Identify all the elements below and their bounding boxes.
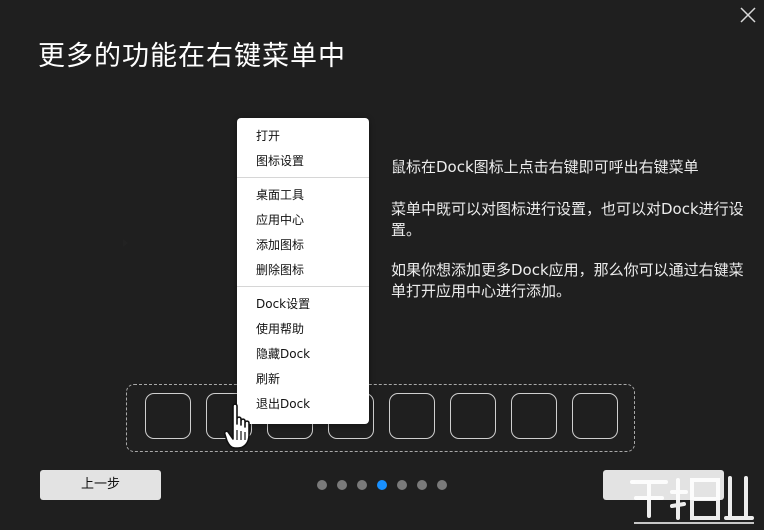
description-2: 菜单中既可以对图标进行设置，也可以对Dock进行设置。 <box>391 200 744 239</box>
dock-illustration <box>126 384 635 452</box>
download-site-watermark-icon <box>630 476 754 524</box>
dock-slot <box>389 393 435 439</box>
close-icon[interactable] <box>739 6 757 24</box>
page-dot-7[interactable] <box>437 480 447 490</box>
menu-item-desktop-tools[interactable]: 桌面工具 <box>256 185 304 205</box>
page-dot-1[interactable] <box>317 480 327 490</box>
hand-pointer-icon <box>224 403 250 449</box>
chevron-right-icon <box>123 239 128 247</box>
context-menu: 打开 图标设置 桌面工具 应用中心 添加图标 删除图标 Dock设置 使用帮助 … <box>237 118 369 424</box>
menu-item-delete-icon[interactable]: 删除图标 <box>256 260 304 280</box>
menu-item-refresh[interactable]: 刷新 <box>256 369 280 389</box>
dock-slot <box>450 393 496 439</box>
dialog-title: 更多的功能在右键菜单中 <box>38 41 346 72</box>
menu-item-help[interactable]: 使用帮助 <box>256 319 304 339</box>
page-dot-3[interactable] <box>357 480 367 490</box>
dock-slot <box>145 393 191 439</box>
dock-slot <box>572 393 618 439</box>
dock-slot <box>511 393 557 439</box>
menu-item-dock-settings[interactable]: Dock设置 <box>256 294 310 314</box>
menu-item-icon-settings[interactable]: 图标设置 <box>256 151 304 171</box>
menu-item-exit-dock[interactable]: 退出Dock <box>256 394 310 414</box>
menu-item-open[interactable]: 打开 <box>256 126 280 146</box>
page-dot-4[interactable] <box>377 480 387 490</box>
menu-separator <box>237 177 369 178</box>
menu-separator <box>237 286 369 287</box>
menu-item-hide-dock[interactable]: 隐藏Dock <box>256 344 310 364</box>
page-dot-5[interactable] <box>397 480 407 490</box>
page-dot-2[interactable] <box>337 480 347 490</box>
menu-item-add-icon[interactable]: 添加图标 <box>256 235 304 255</box>
page-dot-6[interactable] <box>417 480 427 490</box>
prev-step-button[interactable]: 上一步 <box>40 470 161 500</box>
description-3: 如果你想添加更多Dock应用，那么你可以通过右键菜单打开应用中心进行添加。 <box>391 261 744 300</box>
menu-item-app-center[interactable]: 应用中心 <box>256 210 304 230</box>
description-1: 鼠标在Dock图标上点击右键即可呼出右键菜单 <box>391 158 699 176</box>
